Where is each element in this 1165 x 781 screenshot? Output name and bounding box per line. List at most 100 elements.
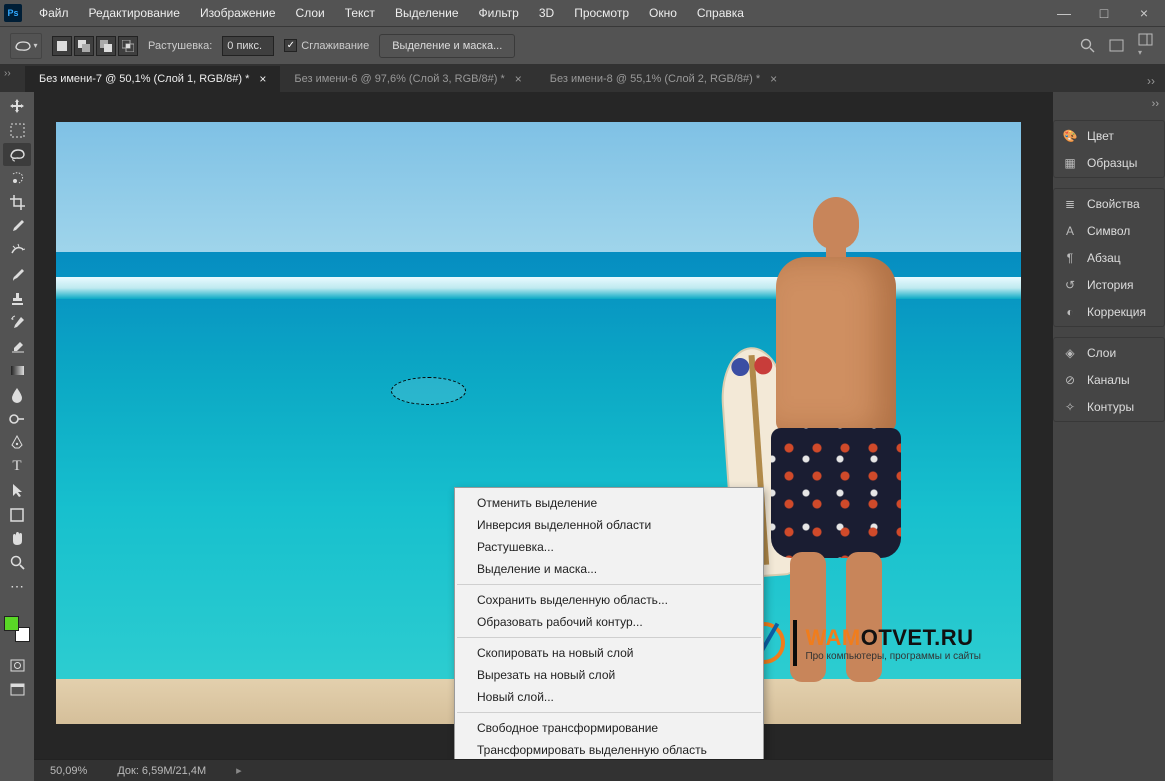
eyedropper-tool-icon[interactable] (3, 215, 31, 238)
panel-paths[interactable]: ✧Контуры (1054, 393, 1164, 420)
menu-3d[interactable]: 3D (530, 3, 563, 23)
eraser-tool-icon[interactable] (3, 335, 31, 358)
hand-tool-icon[interactable] (3, 527, 31, 550)
menu-window[interactable]: Окно (640, 3, 686, 23)
healing-tool-icon[interactable] (3, 239, 31, 262)
antialias-label: Сглаживание (301, 40, 369, 52)
color-swatches[interactable] (4, 616, 30, 642)
paragraph-icon: ¶ (1062, 251, 1078, 265)
ctx-make-path[interactable]: Образовать рабочий контур... (455, 611, 763, 633)
tab-doc-3[interactable]: Без имени-8 @ 55,1% (Слой 2, RGB/8#) * × (536, 66, 791, 92)
selection-subtract-icon[interactable] (96, 36, 116, 56)
close-button[interactable]: × (1127, 2, 1161, 24)
panel-color[interactable]: 🎨Цвет (1054, 122, 1164, 149)
tab-label: Без имени-8 @ 55,1% (Слой 2, RGB/8#) * (550, 73, 760, 85)
dodge-tool-icon[interactable] (3, 407, 31, 430)
blur-tool-icon[interactable] (3, 383, 31, 406)
gradient-tool-icon[interactable] (3, 359, 31, 382)
current-tool-icon[interactable]: ▾ (10, 33, 42, 59)
feather-input[interactable] (222, 36, 274, 56)
ctx-feather[interactable]: Растушевка... (455, 536, 763, 558)
panel-history[interactable]: ↺История (1054, 271, 1164, 298)
ctx-save-sel[interactable]: Сохранить выделенную область... (455, 589, 763, 611)
menu-text[interactable]: Текст (336, 3, 384, 23)
menu-edit[interactable]: Редактирование (80, 3, 189, 23)
document-tabs: ›› Без имени-7 @ 50,1% (Слой 1, RGB/8#) … (0, 64, 1165, 92)
quick-select-tool-icon[interactable] (3, 167, 31, 190)
stamp-tool-icon[interactable] (3, 287, 31, 310)
menu-view[interactable]: Просмотр (565, 3, 638, 23)
close-icon[interactable]: × (259, 72, 266, 86)
antialias-checkbox[interactable]: ✓ Сглаживание (284, 39, 369, 52)
panel-properties[interactable]: ≣Свойства (1054, 190, 1164, 217)
type-tool-icon[interactable]: T (3, 455, 31, 478)
ctx-deselect[interactable]: Отменить выделение (455, 492, 763, 514)
maximize-button[interactable]: □ (1087, 2, 1121, 24)
brush-tool-icon[interactable] (3, 263, 31, 286)
share-icon[interactable] (1109, 39, 1124, 52)
ctx-free-transform[interactable]: Свободное трансформирование (455, 717, 763, 739)
lasso-selection (391, 377, 466, 405)
lasso-tool-icon[interactable] (3, 143, 31, 166)
workspace-icon[interactable]: ▾ (1138, 33, 1153, 58)
panel-paragraph[interactable]: ¶Абзац (1054, 244, 1164, 271)
sliders-icon: ≣ (1062, 197, 1078, 211)
watermark: WAMOTVET.RU Про компьютеры, программы и … (743, 620, 981, 666)
zoom-level[interactable]: 50,09% (50, 765, 87, 777)
adjust-icon: ◐ (1062, 305, 1078, 319)
refine-edge-button[interactable]: Выделение и маска... (379, 34, 515, 58)
move-tool-icon[interactable] (3, 95, 31, 118)
selection-add-icon[interactable] (74, 36, 94, 56)
minimize-button[interactable]: — (1047, 2, 1081, 24)
panel-collapse-icon[interactable]: ›› (1152, 98, 1159, 110)
tab-doc-2[interactable]: Без имени-6 @ 97,6% (Слой 3, RGB/8#) * × (280, 66, 535, 92)
shape-tool-icon[interactable] (3, 503, 31, 526)
selection-new-icon[interactable] (52, 36, 72, 56)
panel-channels[interactable]: ⊘Каналы (1054, 366, 1164, 393)
tab-label: Без имени-6 @ 97,6% (Слой 3, RGB/8#) * (294, 73, 504, 85)
search-icon[interactable] (1080, 38, 1095, 53)
ctx-new-layer[interactable]: Новый слой... (455, 686, 763, 708)
panel-group-props: ≣Свойства AСимвол ¶Абзац ↺История ◐Корре… (1053, 188, 1165, 327)
screenmode-icon[interactable] (3, 678, 31, 701)
zoom-tool-icon[interactable] (3, 551, 31, 574)
panel-flyout-icon[interactable]: ›› (1137, 70, 1165, 92)
menu-layers[interactable]: Слои (287, 3, 334, 23)
more-tools-icon[interactable]: ⋯ (3, 575, 31, 598)
close-icon[interactable]: × (515, 72, 522, 86)
ctx-cut-layer[interactable]: Вырезать на новый слой (455, 664, 763, 686)
menu-filter[interactable]: Фильтр (470, 3, 528, 23)
history-brush-tool-icon[interactable] (3, 311, 31, 334)
menu-select[interactable]: Выделение (386, 3, 468, 23)
marquee-tool-icon[interactable] (3, 119, 31, 142)
doc-size[interactable]: Док: 6,59M/21,4M (117, 765, 206, 777)
panel-layers[interactable]: ◈Слои (1054, 339, 1164, 366)
tab-doc-1[interactable]: Без имени-7 @ 50,1% (Слой 1, RGB/8#) * × (25, 66, 280, 92)
panel-character[interactable]: AСимвол (1054, 217, 1164, 244)
expand-tools-icon[interactable]: ›› (4, 68, 11, 79)
menu-help[interactable]: Справка (688, 3, 753, 23)
crop-tool-icon[interactable] (3, 191, 31, 214)
app-root: Ps Файл Редактирование Изображение Слои … (0, 0, 1165, 781)
status-flyout-icon[interactable]: ▸ (236, 764, 242, 777)
quickmask-icon[interactable] (3, 654, 31, 677)
panel-adjustments[interactable]: ◐Коррекция (1054, 298, 1164, 325)
channels-icon: ⊘ (1062, 373, 1078, 387)
ctx-inverse[interactable]: Инверсия выделенной области (455, 514, 763, 536)
options-bar-right: ▾ (1080, 33, 1165, 58)
menu-file[interactable]: Файл (30, 3, 78, 23)
panel-group-layers: ◈Слои ⊘Каналы ✧Контуры (1053, 337, 1165, 422)
canvas-area[interactable]: WAMOTVET.RU Про компьютеры, программы и … (34, 92, 1053, 781)
tab-label: Без имени-7 @ 50,1% (Слой 1, RGB/8#) * (39, 73, 249, 85)
feather-label: Растушевка: (148, 40, 212, 52)
close-icon[interactable]: × (770, 72, 777, 86)
ctx-transform-sel[interactable]: Трансформировать выделенную область (455, 739, 763, 761)
panel-swatches[interactable]: ▦Образцы (1054, 149, 1164, 176)
pen-tool-icon[interactable] (3, 431, 31, 454)
path-select-tool-icon[interactable] (3, 479, 31, 502)
menu-image[interactable]: Изображение (191, 3, 285, 23)
ctx-select-mask[interactable]: Выделение и маска... (455, 558, 763, 580)
selection-intersect-icon[interactable] (118, 36, 138, 56)
ctx-copy-layer[interactable]: Скопировать на новый слой (455, 642, 763, 664)
palette-icon: 🎨 (1062, 129, 1078, 143)
